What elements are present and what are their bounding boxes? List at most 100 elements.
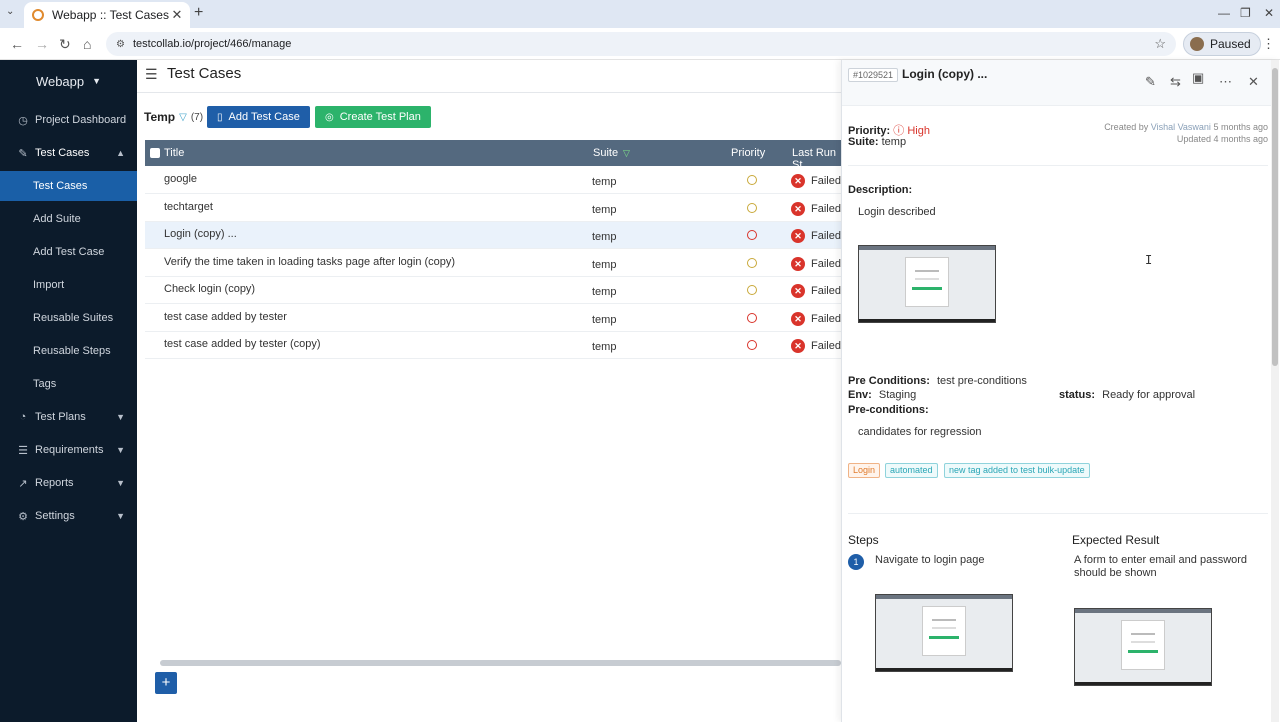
profile-button[interactable]: Paused — [1183, 32, 1261, 56]
status-label: status: — [1059, 389, 1096, 401]
horizontal-scrollbar[interactable] — [160, 660, 841, 666]
row-title[interactable]: google — [164, 173, 197, 185]
tag-login[interactable]: Login — [848, 463, 881, 478]
forward-icon[interactable]: → — [35, 36, 49, 52]
chart-icon: ↗ — [18, 477, 28, 490]
page-title: Test Cases — [167, 65, 242, 82]
divider — [848, 513, 1268, 514]
expected-text: A form to enter email and password shoul… — [1074, 554, 1248, 579]
maximize-icon[interactable]: ❐ — [1240, 6, 1251, 20]
home-icon[interactable]: ⌂ — [83, 36, 91, 52]
sidebar-item-label: Test Cases — [35, 147, 90, 159]
table-row[interactable]: Check login (copy) temp ✕ Failed — [145, 277, 841, 304]
test-case-id: #1029521 — [848, 68, 899, 82]
row-suite: temp — [592, 204, 617, 216]
new-tab-icon[interactable]: + — [194, 4, 203, 22]
browser-menu-icon[interactable]: ⋮ — [1262, 36, 1275, 52]
tag-automated[interactable]: automated — [885, 463, 938, 478]
row-title[interactable]: test case added by tester (copy) — [164, 338, 321, 350]
tab-search-icon[interactable]: ⌄ — [6, 6, 14, 17]
sidebar-subitem-tags[interactable]: Tags — [0, 369, 137, 399]
step-screenshot[interactable] — [875, 594, 1013, 672]
add-test-case-button[interactable]: ▯ Add Test Case — [207, 106, 310, 128]
more-icon[interactable]: ⋯ — [1219, 74, 1232, 90]
column-priority[interactable]: Priority — [731, 147, 765, 159]
failed-icon: ✕ — [791, 202, 805, 216]
sidebar-subitem-reusable-steps[interactable]: Reusable Steps — [0, 336, 137, 366]
sidebar-item-settings[interactable]: ⚙ Settings ▼ — [0, 501, 137, 531]
row-title[interactable]: Check login (copy) — [164, 283, 255, 295]
panel-scrollbar[interactable] — [1271, 60, 1279, 722]
avatar-icon — [1190, 37, 1204, 51]
created-by-link[interactable]: Vishal Vaswani — [1151, 122, 1211, 132]
priority-normal-icon — [747, 175, 757, 185]
chevron-up-icon: ▲ — [116, 148, 125, 158]
sidebar-item-label: Add Suite — [33, 213, 81, 225]
table-row[interactable]: test case added by tester (copy) temp ✕ F… — [145, 332, 841, 359]
add-icon-button[interactable]: + — [155, 672, 177, 694]
expected-screenshot[interactable] — [1074, 608, 1212, 686]
site-info-icon[interactable]: ⚙ — [116, 39, 125, 50]
swap-icon[interactable]: ⇆ — [1170, 74, 1181, 90]
column-title[interactable]: Title — [164, 147, 184, 159]
edit-icon[interactable]: ✎ — [1145, 74, 1156, 90]
failed-icon: ✕ — [791, 174, 805, 188]
minimize-icon[interactable]: — — [1218, 6, 1230, 20]
panel-header: #1029521 Login (copy) ... ✎ ⇆ ▣ ⋯ ✕ — [842, 60, 1271, 106]
description-screenshot[interactable] — [858, 245, 996, 323]
sidebar-subitem-add-test-case[interactable]: Add Test Case — [0, 237, 137, 267]
row-title[interactable]: test case added by tester — [164, 311, 287, 323]
select-all-checkbox[interactable] — [150, 148, 160, 158]
browser-tabbar: ⌄ Webapp :: Test Cases ✕ + — ❐ ✕ — [0, 0, 1280, 28]
tag-bulk-update[interactable]: new tag added to test bulk-update — [944, 463, 1090, 478]
bookmark-star-icon[interactable]: ☆ — [1154, 36, 1166, 52]
close-window-icon[interactable]: ✕ — [1264, 6, 1274, 20]
table-row[interactable]: techtarget temp ✕ Failed — [145, 195, 841, 222]
robot-icon[interactable]: ▣ — [1192, 70, 1204, 86]
reload-icon[interactable]: ↻ — [59, 36, 71, 53]
sidebar-item-project-dashboard[interactable]: ◷ Project Dashboard — [0, 105, 137, 135]
sidebar-item-reports[interactable]: ↗ Reports ▼ — [0, 468, 137, 498]
sidebar-item-test-cases[interactable]: ✎ Test Cases ▲ — [0, 138, 137, 168]
sidebar-subitem-test-cases[interactable]: Test Cases — [0, 171, 137, 201]
suite-filter: Temp ▽ (7) — [144, 110, 203, 124]
text-cursor-icon: I — [1145, 253, 1153, 267]
created-ago: 5 months ago — [1213, 122, 1268, 132]
row-suite: temp — [592, 176, 617, 188]
status-text: Failed — [811, 230, 841, 242]
menu-toggle-icon[interactable]: ☰ — [145, 66, 158, 83]
url-field[interactable]: ⚙ testcollab.io/project/466/manage ☆ — [106, 32, 1176, 56]
table-row[interactable]: Verify the time taken in loading tasks p… — [145, 250, 841, 277]
sidebar-item-label: Reusable Steps — [33, 345, 111, 357]
tab-title: Webapp :: Test Cases — [52, 8, 169, 22]
suite-filter-icon[interactable]: ▽ — [623, 148, 630, 159]
table-row[interactable]: google temp ✕ Failed — [145, 167, 841, 194]
caret-down-icon: ▼ — [92, 76, 102, 86]
status-text: Failed — [811, 285, 841, 297]
sidebar-item-test-plans[interactable]: ◔ Test Plans ▼ — [0, 402, 137, 432]
back-icon[interactable]: ← — [10, 36, 24, 52]
priority-normal-icon — [747, 258, 757, 268]
row-title[interactable]: techtarget — [164, 201, 213, 213]
sidebar-subitem-import[interactable]: Import — [0, 270, 137, 300]
project-switcher[interactable]: Webapp ▼ — [0, 60, 137, 102]
preconditions-field: Pre Conditions: test pre-conditions — [848, 375, 1027, 387]
main-header: ☰ Test Cases — [137, 60, 841, 93]
browser-tab[interactable]: Webapp :: Test Cases ✕ — [24, 2, 190, 28]
url-text: testcollab.io/project/466/manage — [132, 38, 292, 50]
sidebar-item-requirements[interactable]: ☰ Requirements ▼ — [0, 435, 137, 465]
column-suite[interactable]: Suite — [593, 147, 618, 159]
create-test-plan-button[interactable]: ◎ Create Test Plan — [315, 106, 431, 128]
table-row[interactable]: Login (copy) ... temp ✕ Failed — [145, 222, 841, 249]
row-title[interactable]: Login (copy) ... — [164, 228, 237, 240]
row-status: ✕ Failed — [791, 339, 841, 353]
sidebar-item-label: Test Plans — [35, 411, 86, 423]
close-panel-icon[interactable]: ✕ — [1248, 74, 1259, 90]
row-title[interactable]: Verify the time taken in loading tasks p… — [164, 256, 455, 268]
sidebar-subitem-reusable-suites[interactable]: Reusable Suites — [0, 303, 137, 333]
filter-icon[interactable]: ▽ — [179, 112, 187, 123]
chevron-down-icon: ▼ — [116, 511, 125, 521]
close-tab-icon[interactable]: ✕ — [170, 7, 184, 23]
table-row[interactable]: test case added by tester temp ✕ Failed — [145, 305, 841, 332]
sidebar-subitem-add-suite[interactable]: Add Suite — [0, 204, 137, 234]
